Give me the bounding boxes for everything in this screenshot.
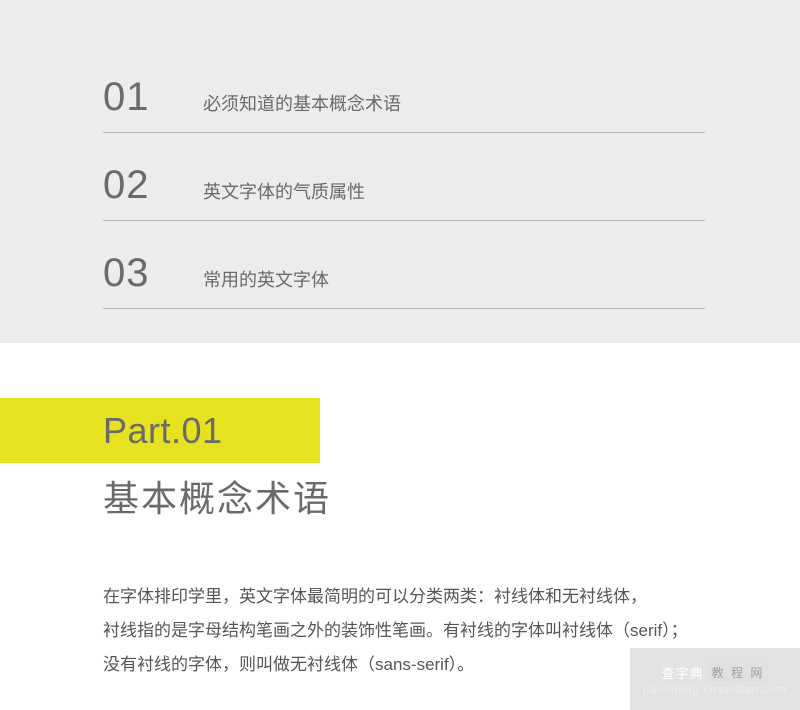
watermark: 查字典 教 程 网 jiaocheng.chazidian.com — [630, 648, 800, 710]
part-title: 基本概念术语 — [103, 470, 800, 522]
toc-section: 01 必须知道的基本概念术语 02 英文字体的气质属性 03 常用的英文字体 — [0, 0, 800, 343]
watermark-brand-row: 查字典 教 程 网 — [662, 663, 769, 682]
toc-number: 03 — [103, 251, 203, 296]
toc-title: 必须知道的基本概念术语 — [203, 90, 401, 116]
toc-number: 01 — [103, 75, 203, 120]
toc-list: 01 必须知道的基本概念术语 02 英文字体的气质属性 03 常用的英文字体 — [103, 75, 705, 309]
body-line: 衬线指的是字母结构笔画之外的装饰性笔画。有衬线的字体叫衬线体（serif）； — [103, 614, 800, 648]
watermark-brand: 查字典 — [662, 663, 704, 682]
toc-item: 03 常用的英文字体 — [103, 251, 705, 309]
toc-item: 01 必须知道的基本概念术语 — [103, 75, 705, 133]
toc-title: 英文字体的气质属性 — [203, 178, 365, 204]
toc-item: 02 英文字体的气质属性 — [103, 163, 705, 221]
body-line: 在字体排印学里，英文字体最简明的可以分类两类：衬线体和无衬线体， — [103, 580, 800, 614]
toc-title: 常用的英文字体 — [203, 266, 329, 292]
toc-number: 02 — [103, 163, 203, 208]
watermark-url: jiaocheng.chazidian.com — [643, 684, 786, 696]
part-header: Part.01 基本概念术语 — [0, 398, 800, 522]
watermark-badge: 教 程 网 — [708, 663, 769, 682]
part-label: Part.01 — [103, 398, 800, 452]
